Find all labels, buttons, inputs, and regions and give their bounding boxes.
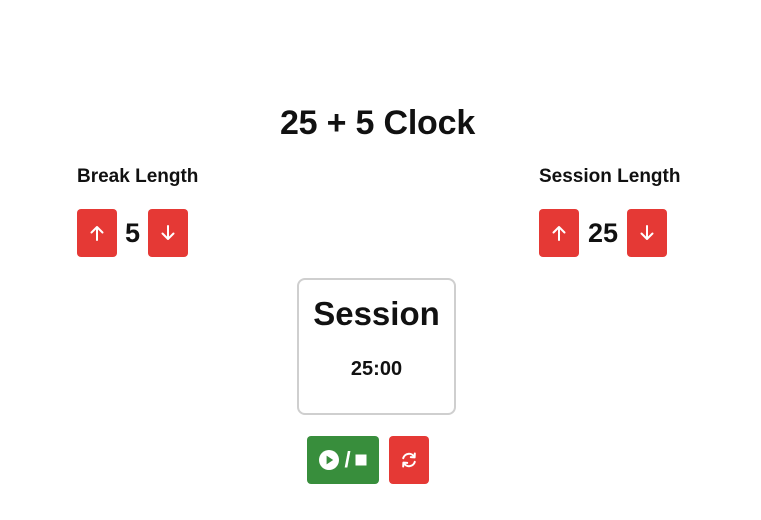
play-circle-icon bbox=[318, 449, 340, 471]
session-length-value: 25 bbox=[587, 218, 619, 248]
timer-label: Session bbox=[313, 295, 440, 332]
time-left: 25:00 bbox=[350, 358, 403, 380]
clock-app: 25 + 5 Clock Break Length 5 Session Leng… bbox=[0, 0, 761, 520]
reset-button[interactable] bbox=[389, 436, 429, 484]
timer-display: Session 25:00 bbox=[297, 278, 456, 415]
arrow-up-icon bbox=[550, 224, 568, 242]
refresh-icon bbox=[399, 450, 419, 470]
break-length-value: 5 bbox=[124, 218, 141, 248]
break-length-label: Break Length bbox=[77, 166, 199, 187]
arrow-down-icon bbox=[159, 224, 177, 242]
session-increment-button[interactable] bbox=[539, 209, 579, 257]
start-stop-button[interactable]: / bbox=[307, 436, 379, 484]
stop-icon bbox=[354, 453, 368, 467]
session-decrement-button[interactable] bbox=[627, 209, 667, 257]
arrow-down-icon bbox=[638, 224, 656, 242]
break-decrement-button[interactable] bbox=[148, 209, 188, 257]
page-title: 25 + 5 Clock bbox=[279, 104, 476, 142]
start-stop-separator: / bbox=[344, 447, 351, 472]
break-increment-button[interactable] bbox=[77, 209, 117, 257]
arrow-up-icon bbox=[88, 224, 106, 242]
session-length-label: Session Length bbox=[539, 166, 681, 187]
